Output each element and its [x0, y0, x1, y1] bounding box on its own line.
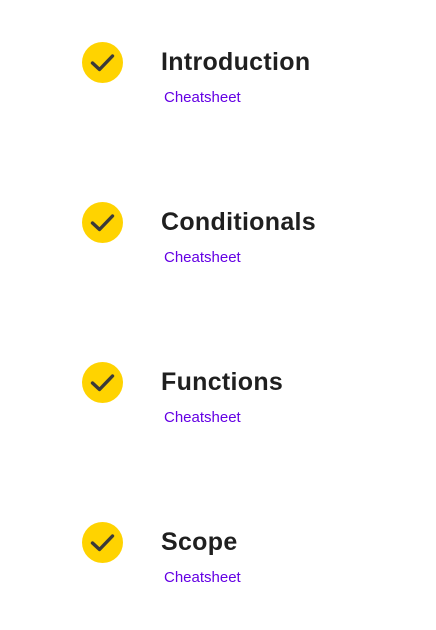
checkmark-icon [82, 42, 123, 83]
module-title: Conditionals [161, 208, 316, 236]
cheatsheet-link[interactable]: Cheatsheet [164, 249, 241, 267]
module-item-functions: Functions Cheatsheet [0, 320, 436, 426]
checkmark-icon [82, 522, 123, 563]
module-list: Introduction Cheatsheet Conditionals Che… [0, 0, 436, 630]
module-title: Introduction [161, 48, 311, 76]
module-title: Scope [161, 528, 238, 556]
module-item-scope: Scope Cheatsheet [0, 480, 436, 586]
module-item-introduction: Introduction Cheatsheet [0, 0, 436, 106]
cheatsheet-link[interactable]: Cheatsheet [164, 409, 241, 427]
module-item-conditionals: Conditionals Cheatsheet [0, 160, 436, 266]
checkmark-icon [82, 202, 123, 243]
cheatsheet-link[interactable]: Cheatsheet [164, 89, 241, 107]
checkmark-icon [82, 362, 123, 403]
module-title: Functions [161, 368, 284, 396]
cheatsheet-link[interactable]: Cheatsheet [164, 569, 241, 587]
